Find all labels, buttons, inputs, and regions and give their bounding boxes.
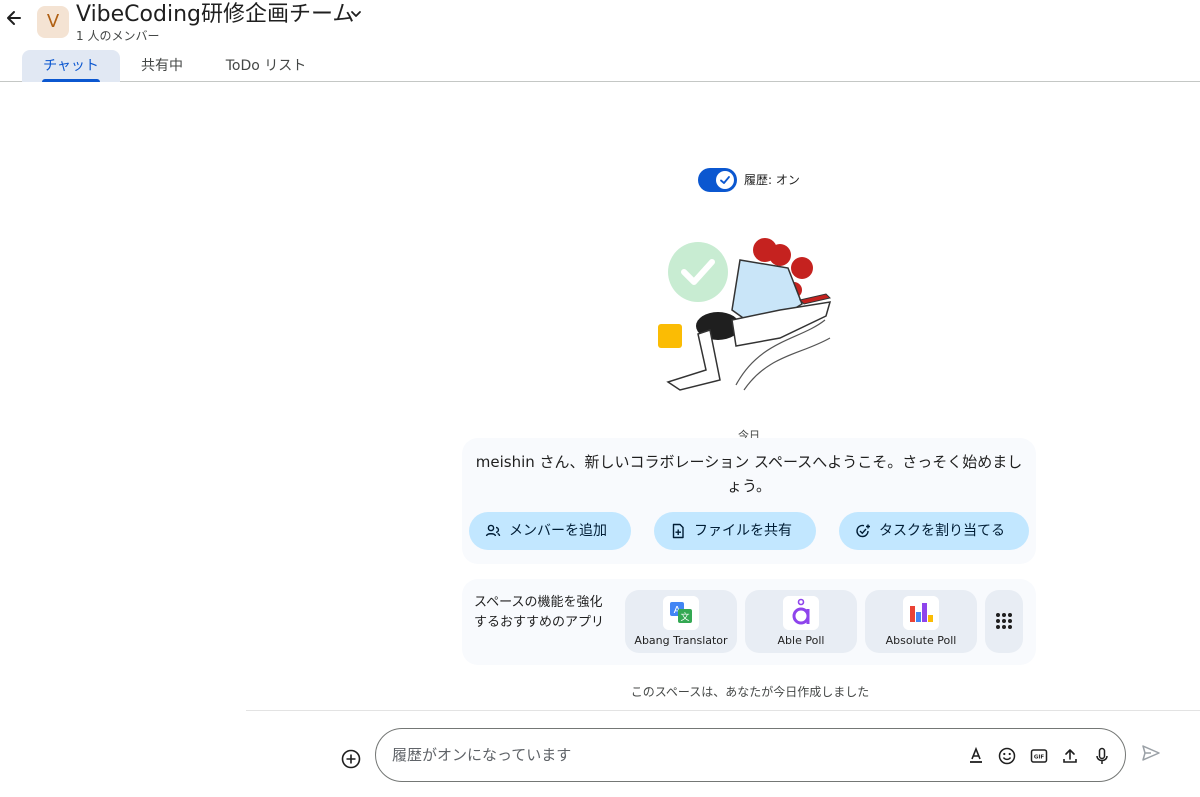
assign-task-label: タスクを割り当てる	[879, 523, 1005, 539]
history-label: 履歴: オン	[744, 173, 800, 187]
check-icon	[720, 176, 730, 184]
app-abang-translator[interactable]: A 文 Abang Translator	[625, 590, 737, 653]
add-members-label: メンバーを追加	[509, 523, 607, 539]
add-task-icon	[856, 524, 870, 538]
space-created-note: このスペースは、あなたが今日作成しました	[630, 685, 870, 699]
back-arrow-icon[interactable]	[4, 8, 24, 28]
tab-chat[interactable]: チャット	[22, 50, 120, 82]
tab-bar: チャット 共有中 ToDo リスト	[0, 50, 1200, 82]
app-able-poll[interactable]: Able Poll	[745, 590, 857, 653]
welcome-card: meishin さん、新しいコラボレーション スペースへようこそ。さっそく始めま…	[462, 438, 1036, 564]
message-input[interactable]	[392, 743, 932, 767]
app-name: Absolute Poll	[885, 634, 957, 647]
upload-icon[interactable]	[1060, 746, 1080, 766]
chat-space-page: V VibeCoding研修企画チーム 1 人のメンバー チャット 共有中 To…	[0, 0, 1200, 797]
share-file-label: ファイルを共有	[694, 523, 792, 539]
chevron-down-icon[interactable]	[350, 8, 362, 20]
microphone-icon[interactable]	[1092, 746, 1112, 766]
assign-task-button[interactable]: タスクを割り当てる	[839, 512, 1029, 550]
message-composer: GIF	[375, 728, 1126, 782]
gif-icon[interactable]: GIF	[1029, 746, 1049, 766]
welcome-message: meishin さん、新しいコラボレーション スペースへようこそ。さっそく始めま…	[462, 450, 1036, 498]
recommended-apps-text: スペースの機能を強化するおすすめのアプリ	[474, 595, 605, 630]
welcome-illustration	[658, 238, 832, 391]
recommended-apps-card: スペースの機能を強化するおすすめのアプリ A 文 Abang Translato…	[462, 579, 1036, 665]
space-title[interactable]: VibeCoding研修企画チーム	[76, 0, 354, 30]
app-name: Able Poll	[777, 634, 825, 647]
space-avatar[interactable]: V	[37, 6, 69, 38]
emoji-icon[interactable]	[997, 746, 1017, 766]
translator-icon: A 文	[663, 596, 699, 630]
add-members-button[interactable]: メンバーを追加	[469, 512, 631, 550]
bar-chart-icon	[903, 596, 939, 630]
text-format-icon[interactable]	[966, 746, 986, 766]
app-absolute-poll[interactable]: Absolute Poll	[865, 590, 977, 653]
svg-text:文: 文	[680, 611, 689, 623]
add-people-icon	[485, 524, 501, 537]
welcome-line-1: meishin さん、新しいコラボレーション スペースへようこそ。さっそく始めま…	[475, 453, 1023, 471]
more-apps-button[interactable]	[985, 590, 1023, 653]
apps-grid-icon	[996, 613, 1012, 629]
tab-todo-list[interactable]: ToDo リスト	[214, 50, 318, 82]
composer-divider	[246, 710, 1200, 711]
welcome-line-2: ょう。	[726, 477, 772, 495]
app-name: Abang Translator	[634, 634, 728, 647]
toggle-knob	[716, 171, 734, 189]
share-file-button[interactable]: ファイルを共有	[654, 512, 816, 550]
tab-shared[interactable]: 共有中	[126, 50, 198, 82]
svg-text:GIF: GIF	[1034, 755, 1045, 761]
member-count[interactable]: 1 人のメンバー	[76, 28, 159, 44]
add-plus-icon[interactable]	[340, 748, 362, 770]
history-toggle[interactable]	[698, 168, 737, 192]
able-poll-icon	[783, 596, 819, 630]
send-icon[interactable]	[1140, 742, 1162, 764]
file-add-icon	[672, 523, 684, 539]
